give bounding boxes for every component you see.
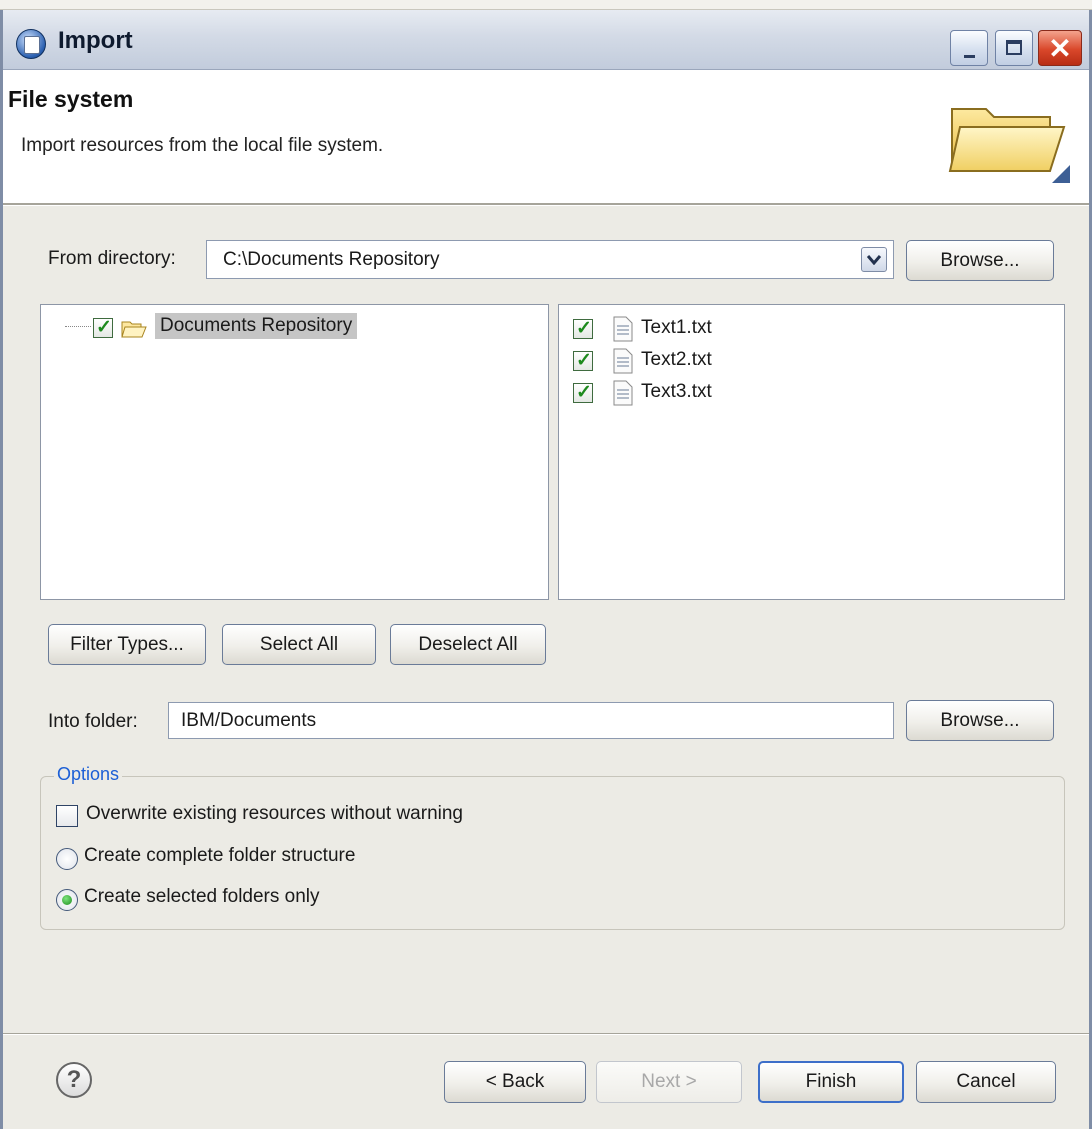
- minimize-icon: [964, 55, 975, 58]
- wizard-header: File system Import resources from the lo…: [0, 71, 1092, 203]
- combo-dropdown-button[interactable]: [861, 247, 887, 272]
- complete-structure-label[interactable]: Create complete folder structure: [84, 845, 355, 867]
- folder-large-icon: [948, 108, 1070, 183]
- text-file-icon: [613, 348, 633, 374]
- close-icon: ✕: [1048, 32, 1072, 64]
- text-file-icon: [613, 316, 633, 342]
- list-item[interactable]: ✓ Text3.txt: [573, 379, 1053, 409]
- deselect-all-button[interactable]: Deselect All: [390, 624, 546, 665]
- finish-button[interactable]: Finish: [758, 1061, 904, 1103]
- radio-selected-dot: [62, 895, 72, 905]
- maximize-icon: [1006, 40, 1022, 55]
- cancel-button[interactable]: Cancel: [916, 1061, 1056, 1103]
- checkmark-icon: ✓: [576, 350, 592, 371]
- tree-item-label[interactable]: Documents Repository: [155, 313, 358, 339]
- help-icon[interactable]: ?: [56, 1062, 92, 1098]
- into-folder-label: Into folder:: [48, 711, 138, 732]
- back-button[interactable]: < Back: [444, 1061, 586, 1103]
- file-name: Text2.txt: [641, 349, 712, 370]
- selected-folders-radio[interactable]: [56, 889, 78, 911]
- browse-directory-button[interactable]: Browse...: [906, 240, 1054, 281]
- title-bar[interactable]: Import ✕: [0, 10, 1092, 70]
- file-checkbox[interactable]: ✓: [573, 318, 593, 339]
- import-app-icon: [16, 29, 46, 59]
- top-strip: [0, 0, 1092, 10]
- page-description: Import resources from the local file sys…: [21, 135, 384, 156]
- into-folder-value: IBM/Documents: [181, 710, 317, 731]
- file-name: Text1.txt: [641, 317, 712, 338]
- filter-types-button[interactable]: Filter Types...: [48, 624, 206, 665]
- folder-icon: [121, 321, 147, 338]
- window-border-left: [0, 10, 3, 1129]
- text-file-icon: [613, 380, 633, 406]
- complete-structure-radio[interactable]: [56, 848, 78, 870]
- checkmark-icon: ✓: [576, 318, 592, 339]
- options-legend: Options: [54, 764, 123, 785]
- tree-item-checkbox[interactable]: ✓: [93, 317, 113, 338]
- select-all-button[interactable]: Select All: [222, 624, 376, 665]
- minimize-button[interactable]: [950, 30, 988, 66]
- overwrite-label[interactable]: Overwrite existing resources without war…: [86, 803, 463, 825]
- checkmark-icon: ✓: [576, 382, 592, 403]
- file-list[interactable]: ✓ Text1.txt ✓ Text2.txt ✓ Text3.txt: [558, 304, 1065, 600]
- close-button[interactable]: ✕: [1038, 30, 1082, 66]
- file-name: Text3.txt: [641, 381, 712, 402]
- overwrite-checkbox[interactable]: [56, 805, 78, 827]
- chevron-down-icon: [867, 254, 881, 265]
- list-item[interactable]: ✓ Text1.txt: [573, 315, 1053, 345]
- from-directory-value: C:\Documents Repository: [223, 249, 440, 270]
- window-title: Import: [58, 27, 133, 54]
- footer-divider-highlight: [0, 1034, 1092, 1035]
- from-directory-combo[interactable]: C:\Documents Repository: [206, 240, 894, 279]
- selected-folders-label[interactable]: Create selected folders only: [84, 886, 320, 908]
- from-directory-label: From directory:: [48, 248, 176, 269]
- tree-connector: [65, 326, 91, 327]
- file-checkbox[interactable]: ✓: [573, 382, 593, 403]
- next-button: Next >: [596, 1061, 742, 1103]
- list-item[interactable]: ✓ Text2.txt: [573, 347, 1053, 377]
- maximize-button[interactable]: [995, 30, 1033, 66]
- browse-folder-button[interactable]: Browse...: [906, 700, 1054, 741]
- file-checkbox[interactable]: ✓: [573, 350, 593, 371]
- checkmark-icon: ✓: [96, 317, 112, 338]
- into-folder-field[interactable]: IBM/Documents: [168, 702, 894, 739]
- page-title: File system: [8, 86, 134, 112]
- directory-tree[interactable]: ✓ Documents Repository: [40, 304, 549, 600]
